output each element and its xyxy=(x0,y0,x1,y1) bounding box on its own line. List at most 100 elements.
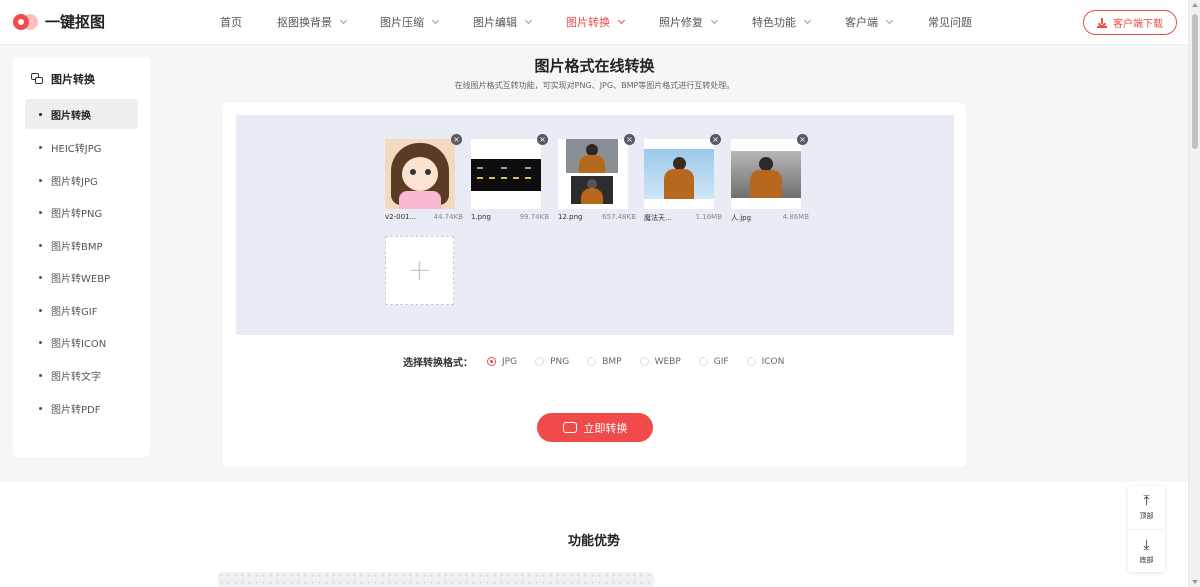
file-size: 1.16MB xyxy=(695,213,722,221)
chevron-down-icon xyxy=(885,16,894,25)
arrow-down-icon: ⤓ xyxy=(1143,536,1150,553)
file-caption: v2-001... 44.74KB xyxy=(385,213,465,221)
bullet-icon xyxy=(39,243,42,247)
bullet-icon xyxy=(39,406,42,410)
sidebar-item-to-bmp[interactable]: 图片转BMP xyxy=(25,230,138,260)
plus-icon: + xyxy=(406,253,433,288)
sidebar-item-to-gif[interactable]: 图片转GIF xyxy=(25,295,138,325)
format-radio-png[interactable]: PNG xyxy=(535,357,569,367)
file-caption: 1.png 99.74KB xyxy=(471,213,551,221)
nav-item-repair[interactable]: 照片修复 xyxy=(659,0,752,45)
sidebar-title-label: 图片转换 xyxy=(51,73,95,86)
nav-label: 图片编辑 xyxy=(473,16,517,29)
remove-file-icon[interactable]: × xyxy=(537,134,548,145)
file-size: 99.74KB xyxy=(519,213,549,221)
bullet-icon xyxy=(39,275,42,279)
bullet-icon xyxy=(39,210,42,214)
bullet-icon xyxy=(39,145,42,149)
nav-item-client[interactable]: 客户端 xyxy=(845,0,928,45)
client-download-button[interactable]: 客户端下载 xyxy=(1083,10,1177,35)
bullet-icon xyxy=(39,178,42,182)
format-option-label: GIF xyxy=(713,356,729,367)
sidebar-item-label: 图片转文字 xyxy=(51,371,101,383)
brand-logo[interactable]: 一键抠图 xyxy=(13,11,105,32)
sidebar-item-to-icon[interactable]: 图片转ICON xyxy=(25,327,138,357)
sidebar-item-to-jpg[interactable]: 图片转JPG xyxy=(25,165,138,195)
file-caption: 人.jpg 4.86MB xyxy=(731,213,811,223)
arrow-up-icon: ⤒ xyxy=(1143,493,1150,509)
scroll-bottom-button[interactable]: ⤓ 底部 xyxy=(1128,529,1165,572)
advantages-section: 功能优势 xyxy=(0,482,1188,587)
scroll-top-button[interactable]: ⤒ 顶部 xyxy=(1128,486,1165,529)
nav-label: 客户端 xyxy=(845,16,878,29)
scroll-top-label: 顶部 xyxy=(1139,512,1154,520)
sidebar-item-heic-jpg[interactable]: HEIC转JPG xyxy=(25,132,138,162)
scroll-up-icon[interactable] xyxy=(1192,3,1198,7)
sidebar-item-convert[interactable]: 图片转换 xyxy=(25,99,138,129)
advantages-panel xyxy=(218,572,654,587)
radio-icon xyxy=(639,357,649,366)
page-scrollbar[interactable] xyxy=(1188,0,1200,587)
convert-label: 立即转换 xyxy=(583,421,628,435)
format-radio-webp[interactable]: WEBP xyxy=(639,357,681,367)
file-size: 657.48KB xyxy=(602,213,636,221)
sidebar-item-to-pdf[interactable]: 图片转PDF xyxy=(25,393,138,423)
scroll-thumb[interactable] xyxy=(1192,14,1198,149)
remove-file-icon[interactable]: × xyxy=(710,134,721,145)
chevron-down-icon xyxy=(710,16,719,25)
sidebar-item-label: 图片转换 xyxy=(51,110,91,122)
format-radio-bmp[interactable]: BMP xyxy=(587,357,622,367)
file-thumb[interactable]: × 1.png 99.74KB xyxy=(471,134,551,221)
file-thumb[interactable]: × 人.jpg 4.86MB xyxy=(731,134,811,223)
nav-item-edit[interactable]: 图片编辑 xyxy=(473,0,566,45)
sidebar-item-to-png[interactable]: 图片转PNG xyxy=(25,197,138,227)
nav-item-cutout[interactable]: 抠图换背景 xyxy=(277,0,380,45)
nav-item-convert[interactable]: 图片转换 xyxy=(566,0,659,45)
top-header: 一键抠图 首页 抠图换背景 图片压缩 图片编辑 图片转换 照片修复 特色功能 客… xyxy=(0,0,1188,45)
file-caption: 魔法天... 1.16MB xyxy=(644,213,724,223)
format-radio-jpg[interactable]: JPG xyxy=(487,357,517,367)
remove-file-icon[interactable]: × xyxy=(451,134,462,145)
nav-item-compress[interactable]: 图片压缩 xyxy=(380,0,473,45)
convert-now-button[interactable]: 立即转换 xyxy=(537,413,653,442)
file-preview-image xyxy=(385,139,455,209)
format-radio-icon[interactable]: ICON xyxy=(746,357,784,367)
nav-label: 照片修复 xyxy=(659,16,703,29)
file-preview-image xyxy=(471,139,541,209)
sidebar-item-label: 图片转JPG xyxy=(51,176,98,188)
section-title: 功能优势 xyxy=(567,534,620,549)
scroll-down-icon[interactable] xyxy=(1192,580,1198,584)
file-caption: 12.png 657.48KB xyxy=(558,213,638,221)
nav-label: 首页 xyxy=(220,16,242,29)
nav-label: 常见问题 xyxy=(928,16,972,29)
chevron-down-icon xyxy=(431,16,440,25)
file-thumb[interactable]: × 12.png 657.48KB xyxy=(558,134,638,221)
download-icon xyxy=(1097,17,1107,28)
file-name: 12.png xyxy=(558,213,583,221)
format-radio-gif[interactable]: GIF xyxy=(698,356,729,367)
main-nav: 首页 抠图换背景 图片压缩 图片编辑 图片转换 照片修复 特色功能 客户端 常见… xyxy=(208,0,998,45)
sidebar-title: 图片转换 xyxy=(31,71,95,87)
chevron-down-icon xyxy=(524,16,533,25)
nav-item-faq[interactable]: 常见问题 xyxy=(928,0,998,45)
radio-checked-icon xyxy=(487,357,496,366)
sidebar-item-to-text[interactable]: 图片转文字 xyxy=(25,360,138,390)
format-option-label: PNG xyxy=(550,356,570,367)
brand-name: 一键抠图 xyxy=(45,13,106,31)
remove-file-icon[interactable]: × xyxy=(624,134,635,145)
upload-area[interactable]: × v2-001... 44.74KB × 1.png 99.74KB × 12… xyxy=(236,115,954,335)
convert-icon xyxy=(562,422,577,433)
file-thumb[interactable]: × 魔法天... 1.16MB xyxy=(644,134,724,223)
file-preview-image xyxy=(731,139,801,209)
format-selector: 选择转换格式： JPG PNG BMP WEBP GIF ICON xyxy=(403,354,802,370)
file-size: 44.74KB xyxy=(433,213,463,221)
add-file-button[interactable]: + xyxy=(385,236,454,305)
file-preview-image xyxy=(558,139,628,209)
radio-icon xyxy=(587,357,597,366)
sidebar-item-to-webp[interactable]: 图片转WEBP xyxy=(25,262,138,292)
converter-card: × v2-001... 44.74KB × 1.png 99.74KB × 12… xyxy=(223,103,966,467)
nav-item-features[interactable]: 特色功能 xyxy=(752,0,845,45)
remove-file-icon[interactable]: × xyxy=(797,134,808,145)
nav-item-home[interactable]: 首页 xyxy=(208,0,277,45)
file-thumb[interactable]: × v2-001... 44.74KB xyxy=(385,134,465,221)
